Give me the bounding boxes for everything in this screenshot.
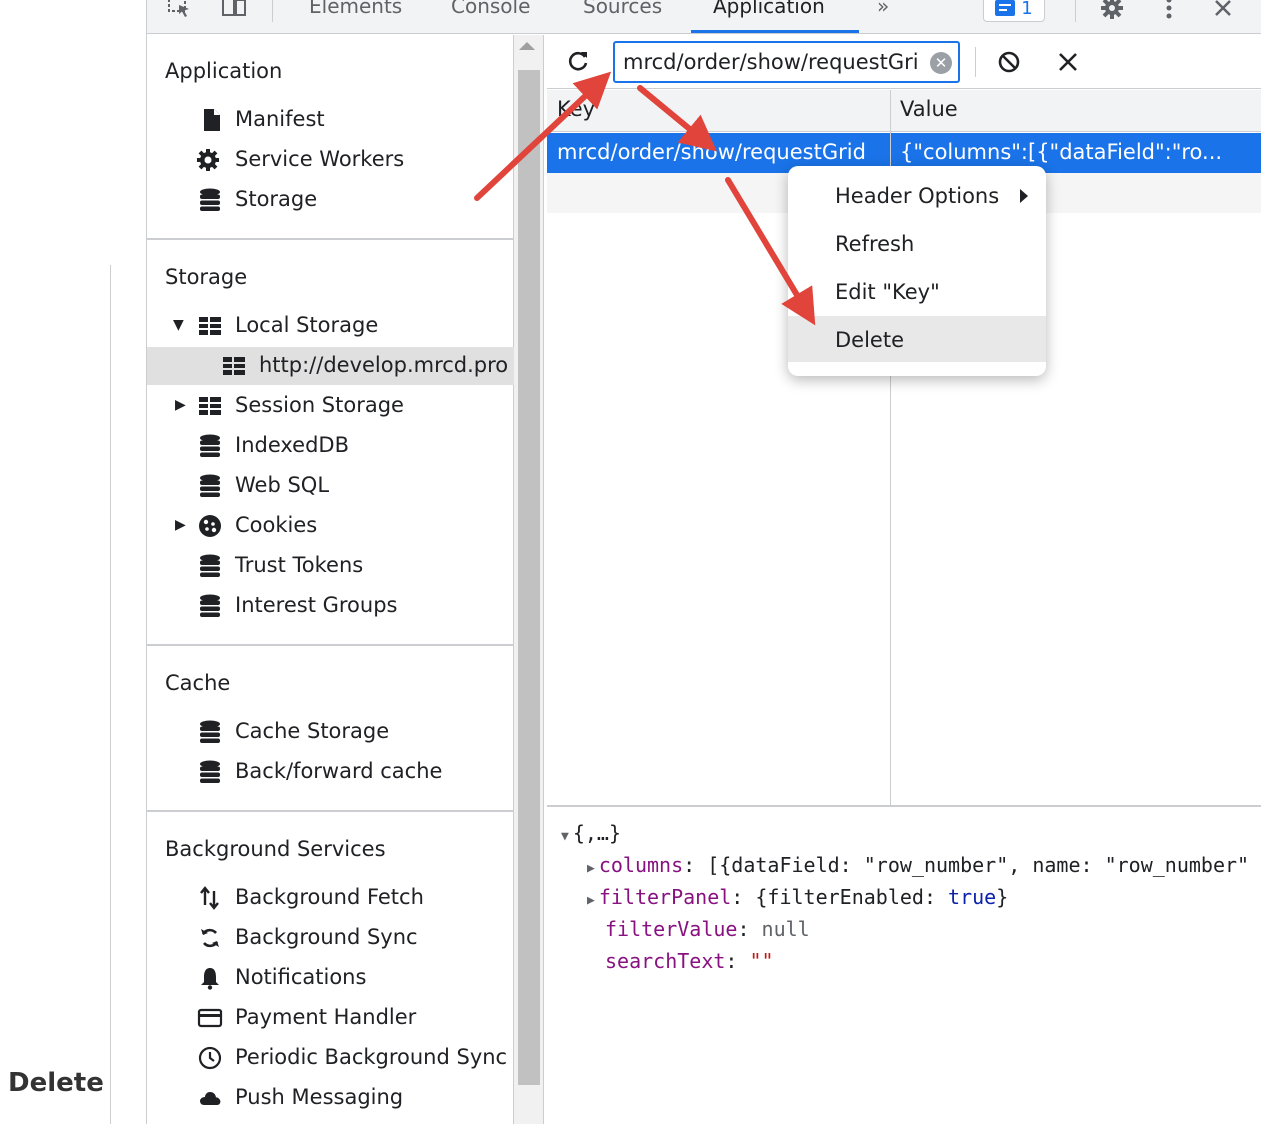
sidebar-item-push-messaging[interactable]: Push Messaging	[147, 1079, 514, 1117]
sidebar-item-indexeddb[interactable]: IndexedDB	[147, 427, 514, 465]
scroll-up-arrow-icon[interactable]	[519, 42, 535, 50]
menu-item-header-options[interactable]: Header Options	[788, 172, 1046, 218]
issues-count: 1	[1021, 0, 1033, 19]
database-icon	[200, 554, 220, 577]
cookie-icon	[199, 515, 221, 537]
sidebar-item-manifest[interactable]: Manifest	[147, 101, 514, 139]
inspect-element-icon[interactable]	[165, 0, 195, 20]
column-header-key[interactable]: Key	[557, 97, 595, 121]
table-header: Key Value	[547, 90, 1261, 132]
sidebar-item-periodic-background-sync[interactable]: Periodic Background Sync	[147, 1039, 514, 1077]
expand-arrow-icon[interactable]: ▼	[173, 317, 184, 333]
database-icon	[200, 594, 220, 617]
database-icon	[200, 188, 220, 211]
message-icon	[995, 0, 1016, 16]
preview-columns[interactable]: ▶ columns: [{dataField: "row_number", nam…	[587, 853, 1249, 877]
sidebar-item-session-storage[interactable]: ▶ Session Storage	[147, 387, 514, 425]
card-icon	[197, 1008, 223, 1028]
sidebar-item-cookies[interactable]: ▶ Cookies	[147, 507, 514, 545]
submenu-arrow-icon	[1020, 189, 1028, 203]
active-tab-indicator	[691, 30, 859, 33]
expand-arrow-icon[interactable]: ▶	[175, 397, 186, 413]
sidebar-item-web-sql[interactable]: Web SQL	[147, 467, 514, 505]
database-icon	[200, 474, 220, 497]
toolbar-separator	[1075, 0, 1076, 22]
preview-filter-value: filterValue: null	[605, 917, 810, 941]
section-separator	[147, 644, 514, 646]
cloud-icon	[200, 1092, 221, 1105]
preview-search-text: searchText: ""	[605, 949, 774, 973]
sidebar-scrollbar-thumb[interactable]	[518, 70, 540, 1085]
menu-item-edit-key[interactable]: Edit "Key"	[788, 268, 1046, 314]
section-separator	[147, 810, 514, 812]
sidebar-item-back-forward-cache[interactable]: Back/forward cache	[147, 753, 514, 791]
tab-application[interactable]: Application	[713, 0, 825, 18]
sync-icon	[201, 928, 219, 948]
delete-selected-icon[interactable]	[1057, 51, 1079, 73]
context-menu: Header Options Refresh Edit "Key" Delete	[788, 166, 1046, 376]
settings-gear-icon[interactable]	[1097, 0, 1127, 20]
section-separator	[147, 238, 514, 240]
clock-icon	[198, 1046, 222, 1070]
more-tabs-button[interactable]: »	[877, 0, 889, 18]
devtools-toolbar: Elements Console Sources Application » 1	[147, 0, 1261, 34]
toolbar-separator	[975, 47, 976, 77]
filter-input[interactable]: mrcd/order/show/requestGri ✕	[613, 41, 960, 83]
filter-input-value: mrcd/order/show/requestGri	[623, 50, 919, 74]
database-icon	[200, 760, 220, 783]
divider-line	[110, 265, 111, 1124]
section-title-background-services: Background Services	[165, 837, 386, 861]
close-devtools-icon[interactable]	[1209, 0, 1237, 20]
database-icon	[200, 720, 220, 743]
sidebar-item-local-storage-origin[interactable]: http://develop.mrcd.pro	[147, 347, 514, 385]
toolbar-separator	[272, 0, 273, 22]
preview-filter-panel[interactable]: ▶ filterPanel: {filterEnabled: true}	[587, 885, 1008, 909]
device-toolbar-icon[interactable]	[219, 0, 249, 20]
column-header-value[interactable]: Value	[900, 97, 958, 121]
row-key-cell: mrcd/order/show/requestGrid	[557, 140, 866, 164]
sidebar-item-payment-handler[interactable]: Payment Handler	[147, 999, 514, 1037]
bell-icon	[201, 968, 219, 990]
sidebar-item-background-sync[interactable]: Background Sync	[147, 919, 514, 957]
gear-icon	[197, 149, 219, 171]
section-title-storage: Storage	[165, 265, 248, 289]
value-preview: ▼ {,…} ▶ columns: [{dataField: "row_number…	[547, 807, 1261, 1124]
sidebar-item-service-workers[interactable]: Service Workers	[147, 141, 514, 179]
sidebar-item-notifications[interactable]: Notifications	[147, 959, 514, 997]
grid-icon	[199, 397, 221, 415]
menu-item-refresh[interactable]: Refresh	[788, 220, 1046, 266]
menu-item-delete[interactable]: Delete	[788, 316, 1046, 362]
more-options-icon[interactable]	[1157, 0, 1181, 20]
sidebar-item-background-fetch[interactable]: Background Fetch	[147, 879, 514, 917]
clear-filter-icon[interactable]: ✕	[930, 52, 952, 74]
sidebar-item-storage-overview[interactable]: Storage	[147, 181, 514, 219]
sidebar-item-local-storage[interactable]: ▼ Local Storage	[147, 307, 514, 345]
up-down-arrows-icon	[200, 886, 219, 910]
section-title-cache: Cache	[165, 671, 231, 695]
devtools-window: Elements Console Sources Application » 1…	[146, 0, 1261, 1124]
storage-toolbar: mrcd/order/show/requestGri ✕	[547, 35, 1261, 89]
refresh-icon[interactable]	[567, 49, 591, 73]
document-icon	[204, 109, 220, 131]
grid-icon	[199, 317, 221, 335]
preview-root[interactable]: ▼ {,…}	[561, 821, 621, 845]
sidebar-item-trust-tokens[interactable]: Trust Tokens	[147, 547, 514, 585]
application-sidebar: Application Manifest Service Workers Sto…	[147, 35, 514, 1124]
clear-all-icon[interactable]	[997, 50, 1021, 74]
caption-text: Delete	[8, 1068, 104, 1098]
tab-elements[interactable]: Elements	[309, 0, 402, 18]
grid-icon	[223, 357, 245, 375]
row-value-cell: {"columns":[{"dataField":"ro...	[900, 140, 1223, 164]
sidebar-item-interest-groups[interactable]: Interest Groups	[147, 587, 514, 625]
sidebar-item-cache-storage[interactable]: Cache Storage	[147, 713, 514, 751]
issues-badge[interactable]: 1	[983, 0, 1045, 22]
database-icon	[200, 434, 220, 457]
expand-arrow-icon[interactable]: ▶	[175, 517, 186, 533]
tab-console[interactable]: Console	[451, 0, 530, 18]
tab-sources[interactable]: Sources	[583, 0, 662, 18]
section-title-application: Application	[165, 59, 283, 83]
